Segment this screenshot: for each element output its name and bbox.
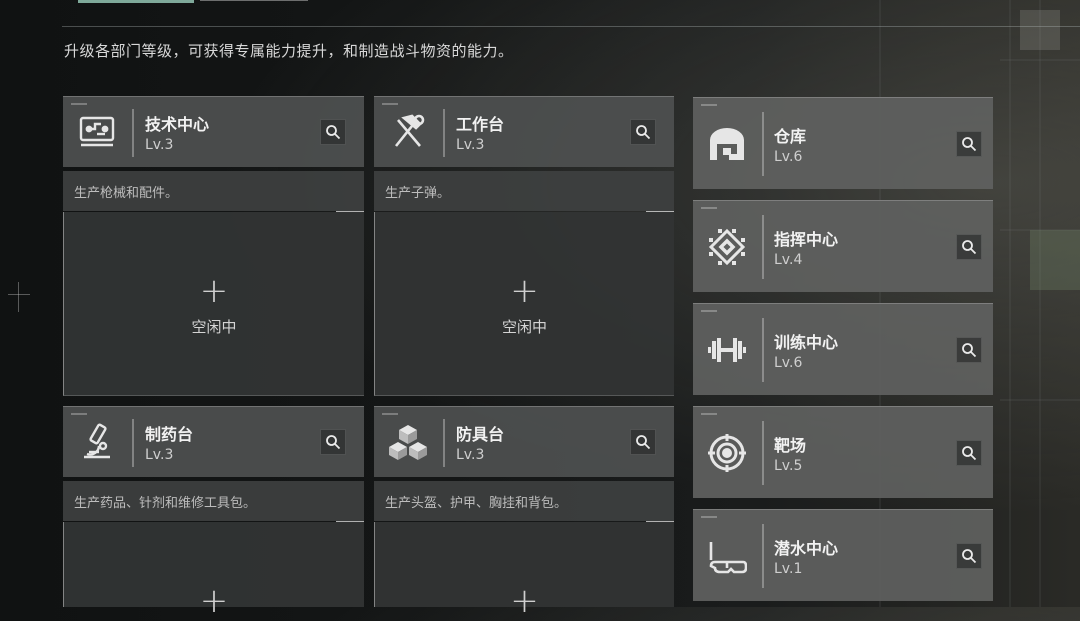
side-marker-horizontal bbox=[8, 294, 30, 295]
search-icon bbox=[962, 240, 977, 255]
department-level: Lv.3 bbox=[456, 137, 485, 153]
department-title: 制药台 bbox=[145, 425, 194, 444]
production-slot[interactable]: + bbox=[374, 521, 674, 618]
department-card-diving-center[interactable]: 潜水中心 Lv.1 bbox=[693, 509, 993, 601]
department-card-warehouse[interactable]: 仓库 Lv.6 bbox=[693, 97, 993, 189]
production-slot[interactable]: + 空闲中 bbox=[374, 211, 674, 396]
hammer-wrench-icon bbox=[386, 110, 430, 154]
search-icon bbox=[962, 137, 977, 152]
department-card-tech-center[interactable]: 技术中心 Lv.3 bbox=[63, 96, 364, 167]
side-marker bbox=[18, 282, 19, 312]
department-title: 指挥中心 bbox=[774, 230, 839, 249]
department-level: Lv.3 bbox=[145, 447, 174, 463]
cubes-icon bbox=[386, 420, 430, 464]
tab-divider bbox=[200, 0, 308, 1]
search-icon bbox=[326, 435, 341, 450]
production-slot[interactable]: + 空闲中 bbox=[63, 211, 364, 396]
search-icon bbox=[962, 446, 977, 461]
add-icon: + bbox=[510, 271, 539, 311]
search-icon bbox=[326, 125, 341, 140]
search-button[interactable] bbox=[320, 119, 346, 145]
department-title: 潜水中心 bbox=[774, 539, 839, 558]
search-icon bbox=[962, 343, 977, 358]
search-button[interactable] bbox=[956, 234, 982, 260]
add-icon: + bbox=[510, 581, 539, 621]
search-icon bbox=[962, 549, 977, 564]
department-card-training-center[interactable]: 训练中心 Lv.6 bbox=[693, 303, 993, 395]
search-button[interactable] bbox=[630, 119, 656, 145]
department-card-command-center[interactable]: 指挥中心 Lv.4 bbox=[693, 200, 993, 292]
department-description: 生产头盔、护甲、胸挂和背包。 bbox=[374, 481, 674, 521]
department-title: 工作台 bbox=[456, 115, 505, 134]
dumbbell-icon bbox=[705, 328, 749, 372]
slot-status: 空闲中 bbox=[501, 318, 547, 336]
slot-status: 空闲中 bbox=[191, 318, 237, 336]
department-level: Lv.5 bbox=[774, 458, 803, 474]
department-title: 训练中心 bbox=[774, 333, 839, 352]
department-level: Lv.6 bbox=[774, 355, 803, 371]
add-icon: + bbox=[199, 271, 229, 311]
search-icon bbox=[636, 125, 651, 140]
search-button[interactable] bbox=[956, 131, 982, 157]
diving-mask-icon bbox=[705, 534, 749, 578]
search-icon bbox=[636, 435, 651, 450]
department-level: Lv.1 bbox=[774, 561, 803, 577]
department-title: 防具台 bbox=[456, 425, 505, 444]
department-description: 生产枪械和配件。 bbox=[63, 171, 364, 211]
department-card-pharmacy[interactable]: 制药台 Lv.3 bbox=[63, 406, 364, 477]
department-card-armor-bench[interactable]: 防具台 Lv.3 bbox=[374, 406, 674, 477]
intro-text: 升级各部门等级，可获得专属能力提升，和制造战斗物资的能力。 bbox=[64, 42, 514, 60]
search-button[interactable] bbox=[956, 440, 982, 466]
department-title: 技术中心 bbox=[145, 115, 210, 134]
add-icon: + bbox=[199, 581, 229, 621]
microscope-icon bbox=[75, 420, 119, 464]
warehouse-icon bbox=[705, 122, 749, 166]
tab-indicator bbox=[78, 0, 194, 3]
department-title: 仓库 bbox=[774, 127, 807, 146]
header-divider bbox=[62, 26, 1080, 27]
department-level: Lv.3 bbox=[145, 137, 174, 153]
search-button[interactable] bbox=[320, 429, 346, 455]
target-icon bbox=[705, 431, 749, 475]
department-card-shooting-range[interactable]: 靶场 Lv.5 bbox=[693, 406, 993, 498]
search-button[interactable] bbox=[956, 543, 982, 569]
search-button[interactable] bbox=[956, 337, 982, 363]
department-level: Lv.4 bbox=[774, 252, 803, 268]
production-slot[interactable]: + bbox=[63, 521, 364, 618]
department-description: 生产子弹。 bbox=[374, 171, 674, 211]
department-card-workbench[interactable]: 工作台 Lv.3 bbox=[374, 96, 674, 167]
department-description: 生产药品、针剂和维修工具包。 bbox=[63, 481, 364, 521]
chip-icon bbox=[705, 225, 749, 269]
search-button[interactable] bbox=[630, 429, 656, 455]
computer-icon bbox=[75, 110, 119, 154]
department-level: Lv.6 bbox=[774, 149, 803, 165]
department-title: 靶场 bbox=[774, 436, 807, 455]
department-level: Lv.3 bbox=[456, 447, 485, 463]
